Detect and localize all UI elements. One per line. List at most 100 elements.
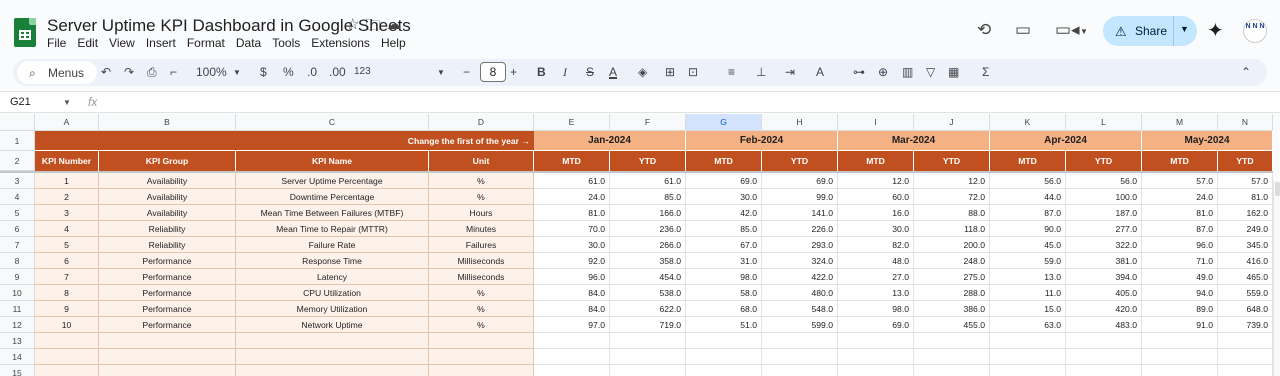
kpi-number-cell[interactable]: 10 [35,317,99,333]
value-cell[interactable]: 166.0 [610,205,686,221]
kpi-name-cell[interactable]: Latency [236,269,429,285]
value-cell[interactable]: 24.0 [1142,189,1218,205]
value-cell[interactable]: 288.0 [914,285,990,301]
empty-cell[interactable] [1218,365,1273,376]
row-header-1[interactable]: 1 [0,131,35,151]
value-cell[interactable]: 45.0 [990,237,1066,253]
column-header-h[interactable]: H [762,114,838,131]
value-cell[interactable]: 49.0 [1142,269,1218,285]
version-history-icon[interactable]: ⟲ [977,20,991,40]
row-header-12[interactable]: 12 [0,317,35,333]
column-header-b[interactable]: B [99,114,236,131]
empty-cell[interactable] [1218,333,1273,349]
empty-cell[interactable] [1142,365,1218,376]
value-cell[interactable]: 12.0 [914,173,990,189]
kpi-group-cell[interactable]: Performance [99,285,236,301]
empty-cell[interactable] [1066,365,1142,376]
value-cell[interactable]: 480.0 [762,285,838,301]
mtd-header[interactable]: MTD [686,151,762,171]
empty-cell[interactable] [914,365,990,376]
gemini-icon[interactable]: ✦ [1207,18,1224,43]
unit-cell[interactable]: % [429,189,534,205]
decrease-decimals-button[interactable]: .0 [307,65,317,79]
menu-extensions[interactable]: Extensions [311,36,370,50]
column-header-f[interactable]: F [610,114,686,131]
column-header-g[interactable]: G [686,114,762,131]
empty-cell[interactable] [236,349,429,365]
column-header-j[interactable]: J [914,114,990,131]
kpi-group-cell[interactable]: Performance [99,301,236,317]
column-title-unit[interactable]: Unit [429,151,534,171]
empty-cell[interactable] [35,365,99,376]
value-cell[interactable]: 70.0 [534,221,610,237]
row-header-4[interactable]: 4 [0,189,35,205]
empty-cell[interactable] [610,365,686,376]
empty-cell[interactable] [610,349,686,365]
row-header-7[interactable]: 7 [0,237,35,253]
row-header-10[interactable]: 10 [0,285,35,301]
value-cell[interactable]: 57.0 [1218,173,1273,189]
value-cell[interactable]: 719.0 [610,317,686,333]
value-cell[interactable]: 59.0 [990,253,1066,269]
empty-cell[interactable] [686,365,762,376]
ytd-header[interactable]: YTD [1218,151,1273,171]
empty-cell[interactable] [762,333,838,349]
name-box[interactable]: G21 [10,96,31,108]
value-cell[interactable]: 81.0 [534,205,610,221]
vertical-scrollbar[interactable] [1273,180,1280,376]
insert-comment-icon[interactable]: ⊕ [878,65,888,79]
empty-cell[interactable] [838,365,914,376]
value-cell[interactable]: 48.0 [838,253,914,269]
month-header-apr-2024[interactable]: Apr-2024 [990,131,1142,151]
value-cell[interactable]: 85.0 [610,189,686,205]
undo-icon[interactable]: ↶ [101,65,111,79]
font-select-chevron-icon[interactable]: ▼ [437,68,445,77]
value-cell[interactable]: 87.0 [1142,221,1218,237]
row-header-15[interactable]: 15 [0,365,35,376]
comments-icon[interactable]: ▭ [1015,20,1031,40]
menu-edit[interactable]: Edit [77,36,98,50]
kpi-number-cell[interactable]: 2 [35,189,99,205]
empty-cell[interactable] [1142,349,1218,365]
month-header-jan-2024[interactable]: Jan-2024 [534,131,686,151]
italic-button[interactable]: I [563,65,567,80]
row-header-5[interactable]: 5 [0,205,35,221]
value-cell[interactable]: 51.0 [686,317,762,333]
empty-cell[interactable] [236,365,429,376]
value-cell[interactable]: 71.0 [1142,253,1218,269]
column-header-d[interactable]: D [429,114,534,131]
merge-cells-icon[interactable]: ⊡ [688,65,698,79]
kpi-name-cell[interactable]: Mean Time to Repair (MTTR) [236,221,429,237]
ytd-header[interactable]: YTD [1066,151,1142,171]
value-cell[interactable]: 89.0 [1142,301,1218,317]
print-icon[interactable]: ⎙ [147,65,157,80]
value-cell[interactable]: 345.0 [1218,237,1273,253]
value-cell[interactable]: 27.0 [838,269,914,285]
value-cell[interactable]: 599.0 [762,317,838,333]
empty-cell[interactable] [686,333,762,349]
kpi-name-cell[interactable]: Memory Utilization [236,301,429,317]
kpi-name-cell[interactable]: Network Uptime [236,317,429,333]
value-cell[interactable]: 465.0 [1218,269,1273,285]
value-cell[interactable]: 88.0 [914,205,990,221]
value-cell[interactable]: 31.0 [686,253,762,269]
column-title-kpi-group[interactable]: KPI Group [99,151,236,171]
empty-cell[interactable] [990,333,1066,349]
bold-button[interactable]: B [537,65,546,79]
kpi-name-cell[interactable]: Downtime Percentage [236,189,429,205]
row-header-8[interactable]: 8 [0,253,35,269]
empty-cell[interactable] [236,333,429,349]
value-cell[interactable]: 622.0 [610,301,686,317]
unit-cell[interactable]: Hours [429,205,534,221]
value-cell[interactable]: 200.0 [914,237,990,253]
mtd-header[interactable]: MTD [1142,151,1218,171]
paint-bucket-icon[interactable]: ◈ [638,65,647,79]
value-cell[interactable]: 69.0 [838,317,914,333]
row-header-11[interactable]: 11 [0,301,35,317]
functions-icon[interactable]: Σ [982,65,989,79]
mtd-header[interactable]: MTD [990,151,1066,171]
menu-data[interactable]: Data [236,36,261,50]
value-cell[interactable]: 420.0 [1066,301,1142,317]
empty-cell[interactable] [534,349,610,365]
value-cell[interactable]: 118.0 [914,221,990,237]
